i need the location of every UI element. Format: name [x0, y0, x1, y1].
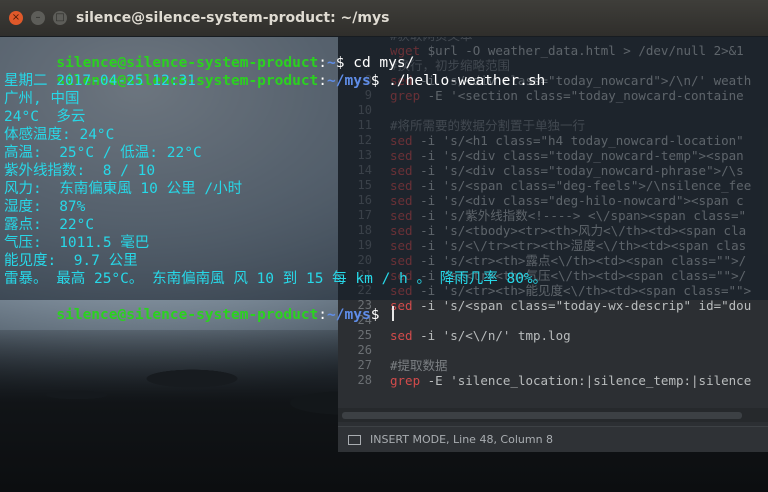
output-line: 气压: 1011.5 毫巴	[4, 235, 150, 251]
code-token: -i 's/<\/n/' tmp.log	[412, 328, 571, 343]
minimize-button[interactable]: –	[31, 11, 45, 25]
terminal-titlebar[interactable]: × – □ silence@silence-system-product: ~/…	[0, 0, 768, 37]
terminal-current-prompt[interactable]: silence@silence-system-product:~/mys$	[4, 288, 395, 342]
console-icon[interactable]	[348, 435, 361, 445]
output-line: 能见度: 9.7 公里	[4, 253, 138, 269]
editor-code-line[interactable]: sed -i 's/<\/n/' tmp.log	[390, 328, 571, 343]
editor-code-line[interactable]: grep -E 'silence_location:|silence_temp:…	[390, 373, 751, 388]
terminal-window[interactable]: × – □ silence@silence-system-product: ~/…	[0, 0, 768, 323]
code-token: #提取数据	[390, 358, 448, 373]
output-line: 24°C 多云	[4, 109, 86, 125]
maximize-button[interactable]: □	[53, 11, 67, 25]
output-line: 露点: 22°C	[4, 217, 95, 233]
editor-line-number: 28	[357, 373, 372, 387]
output-line: 高温: 25°C / 低温: 22°C	[4, 145, 202, 161]
editor-code-line[interactable]: #提取数据	[390, 358, 448, 373]
editor-status-text: INSERT MODE, Line 48, Column 8	[370, 433, 554, 446]
output-line: 广州, 中国	[4, 91, 80, 107]
prompt-path: ~/mys	[327, 307, 371, 323]
editor-line-number: 27	[357, 358, 372, 372]
text-cursor	[392, 306, 395, 321]
code-token: -E 'silence_location:|silence_temp:|sile…	[420, 373, 752, 388]
command-text: ./hello-weather.sh	[388, 73, 546, 89]
output-line: 紫外线指数: 8 / 10	[4, 163, 156, 179]
editor-horizontal-scrollbar[interactable]	[338, 408, 768, 422]
editor-code-line[interactable]: sed -i 's/<span class="today-wx-descrip"…	[390, 298, 751, 313]
prompt-user-host: silence@silence-system-product	[56, 307, 319, 323]
close-button[interactable]: ×	[9, 11, 23, 25]
prompt-path: ~/mys	[327, 73, 371, 89]
editor-status-bar: INSERT MODE, Line 48, Column 8	[338, 426, 768, 452]
code-token: grep	[390, 373, 421, 388]
scrollbar-thumb[interactable]	[342, 412, 742, 419]
output-line: 星期二 2017-04-25 12:31	[4, 73, 196, 89]
code-token: -i 's/<span class="today-wx-descrip" id=…	[412, 298, 752, 313]
output-line: 体感温度: 24°C	[4, 127, 115, 143]
output-line: 雷暴。 最高 25°C。 东南偏南風 风 10 到 15 每 km / h 。 …	[4, 271, 548, 287]
output-line: 风力: 东南偏東風 10 公里 /小时	[4, 181, 243, 197]
terminal-body[interactable]: silence@silence-system-product:~$ cd mys…	[0, 36, 768, 323]
window-title: silence@silence-system-product: ~/mys	[76, 10, 390, 26]
output-line: 湿度: 87%	[4, 199, 86, 215]
editor-line-number: 26	[357, 343, 372, 357]
